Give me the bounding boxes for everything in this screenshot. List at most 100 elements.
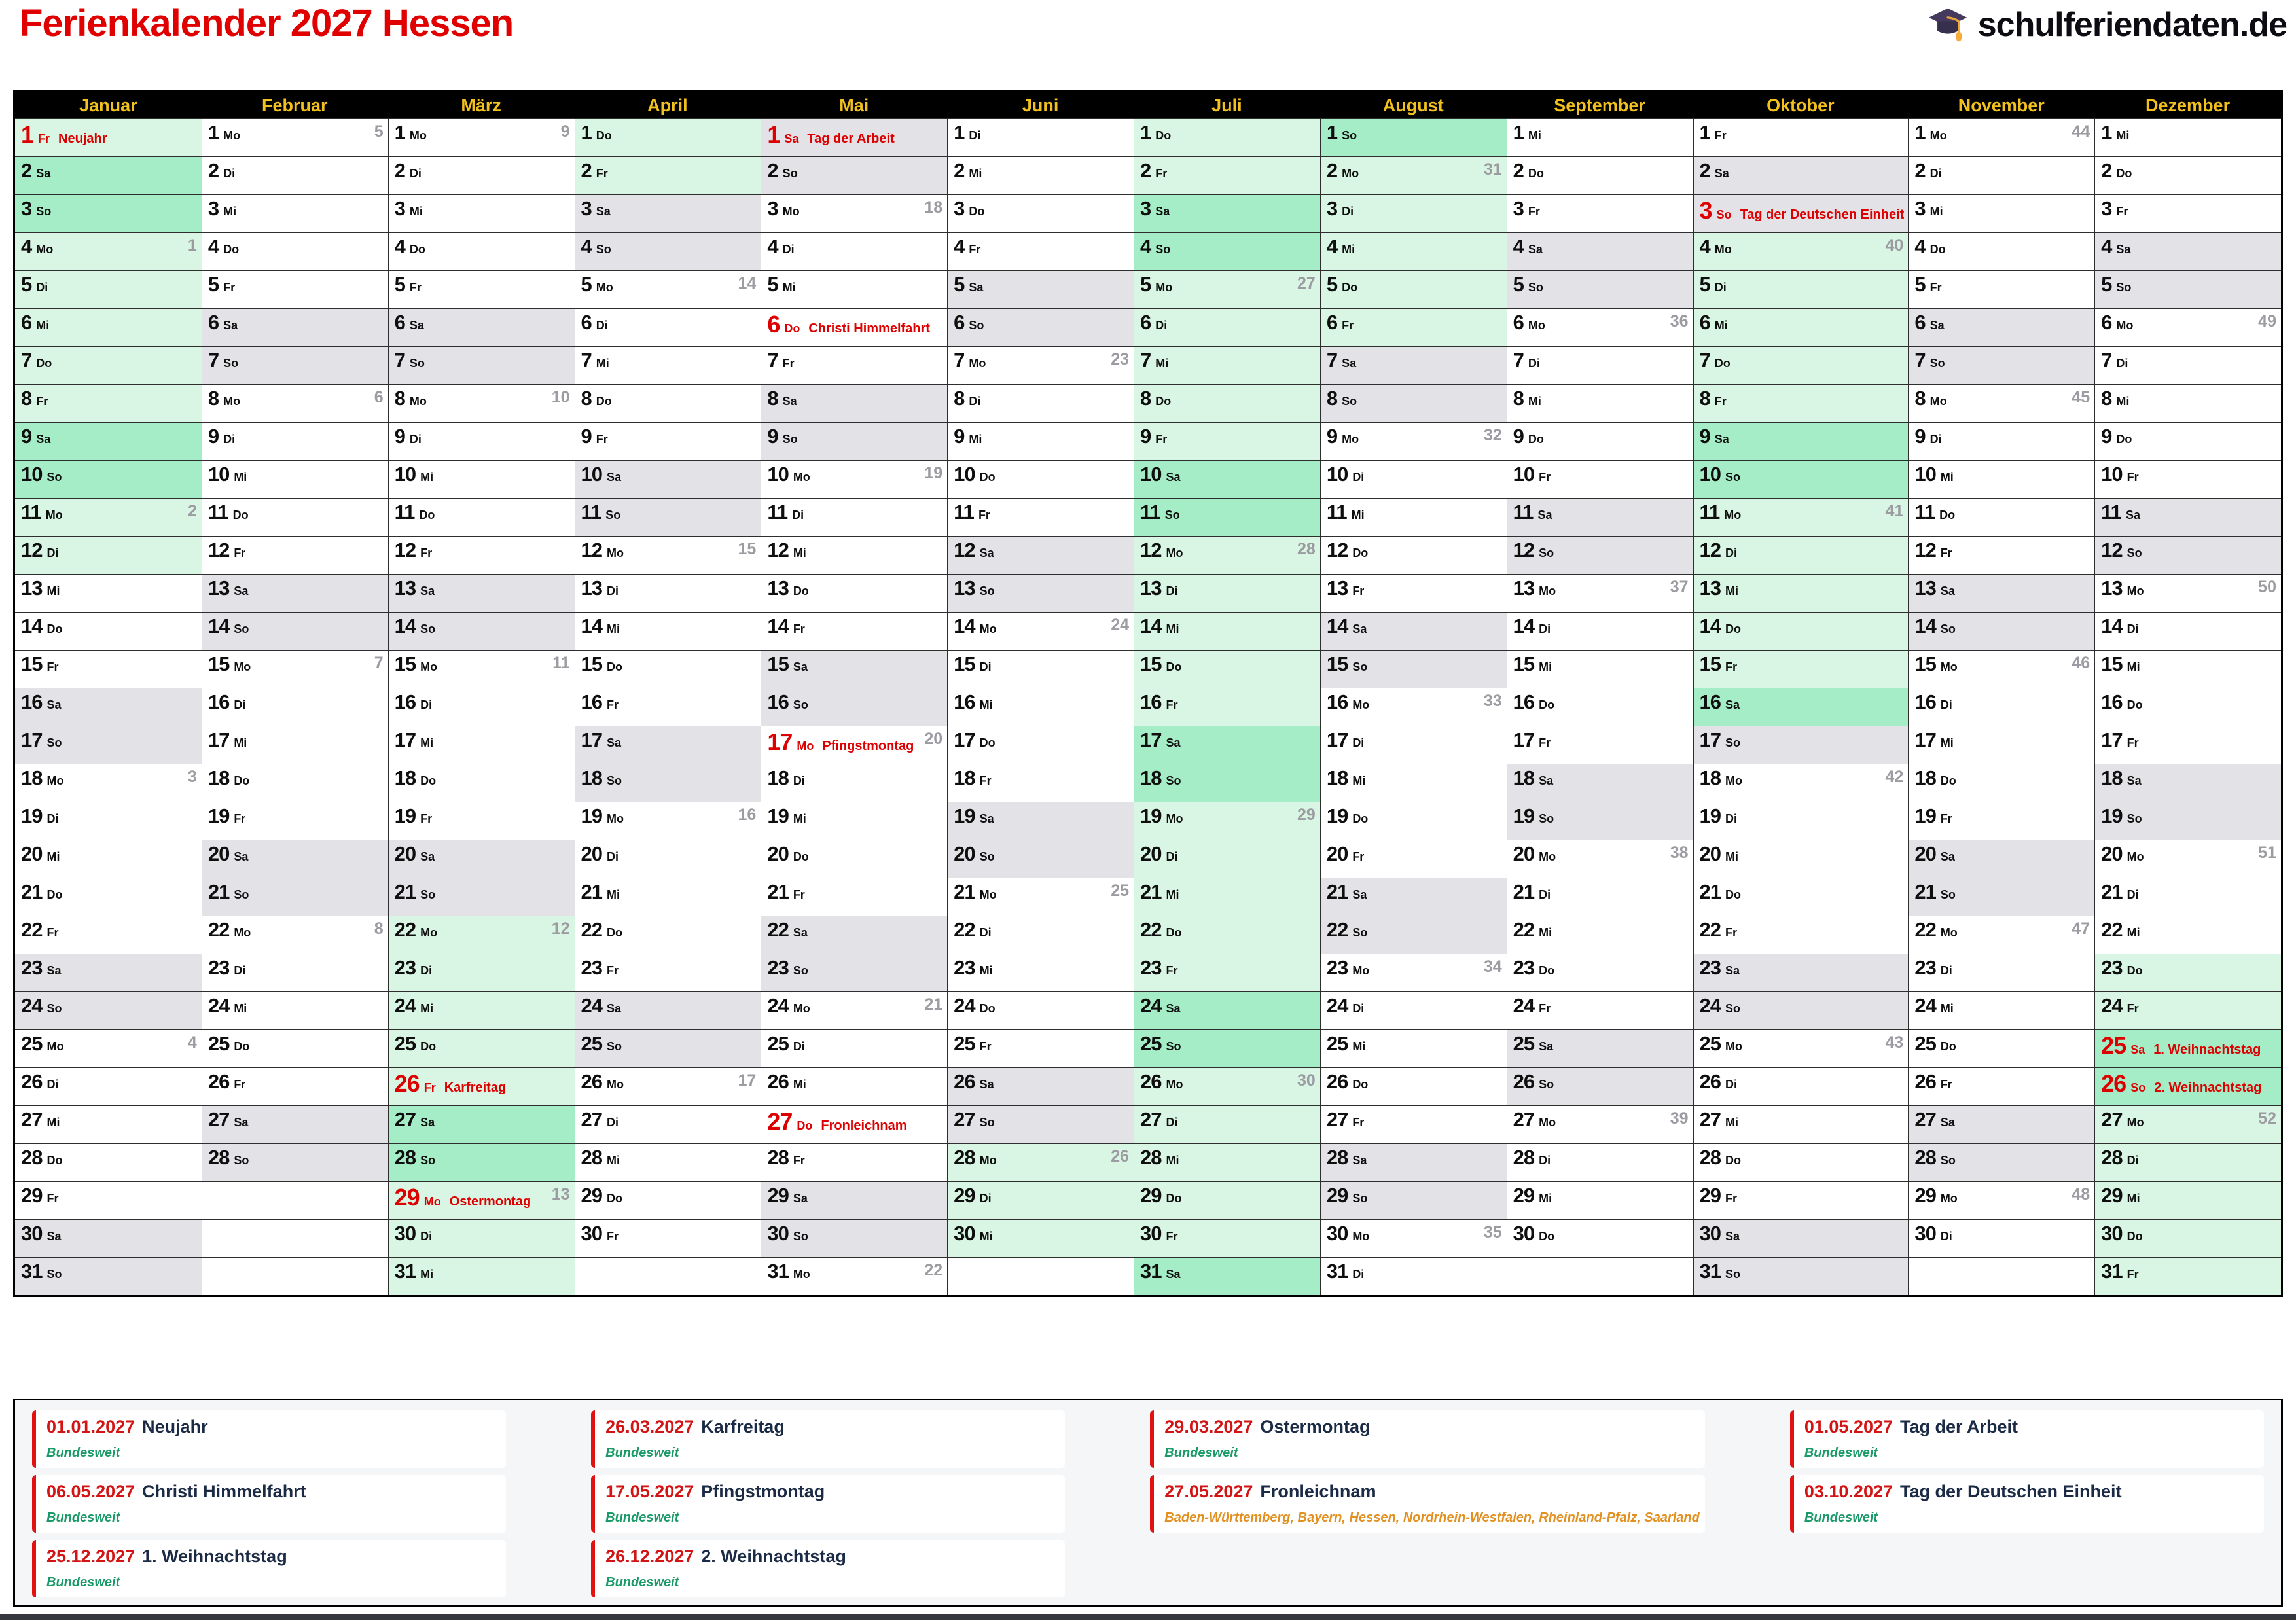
weekday-label: Sa xyxy=(1166,1268,1180,1281)
day-cell: 28Fr xyxy=(761,1143,947,1181)
weekday-label: Mo xyxy=(2127,1116,2144,1129)
day-number: 12 xyxy=(1327,539,1348,562)
day-cell: 8Fr xyxy=(1693,384,1909,422)
day-number: 7 xyxy=(1914,349,1925,372)
weekday-label: Do xyxy=(980,471,996,484)
weekday-label: Do xyxy=(2127,964,2143,977)
day-number: 4 xyxy=(395,235,405,258)
weekday-label: Mi xyxy=(1725,1116,1738,1129)
day-number: 11 xyxy=(21,501,41,524)
weekday-label: Fr xyxy=(410,281,422,294)
day-number: 29 xyxy=(954,1184,975,1207)
day-cell: 4So xyxy=(575,232,761,270)
day-cell: 30Di xyxy=(1908,1219,2094,1257)
day-number: 26 xyxy=(395,1070,420,1097)
day-cell: 23Fr xyxy=(1134,954,1320,991)
day-number: 10 xyxy=(395,463,416,486)
weekday-label: Fr xyxy=(234,812,245,825)
weekday-label: Di xyxy=(1155,319,1167,332)
weekday-label: Do xyxy=(46,888,62,901)
day-number: 2 xyxy=(2101,159,2111,182)
day-cell: 23Mi xyxy=(947,954,1134,991)
weekday-label: Mi xyxy=(607,1154,620,1167)
day-number: 24 xyxy=(21,994,42,1017)
month-header: April xyxy=(575,92,761,118)
day-number: 18 xyxy=(1327,766,1348,789)
day-cell: 7Di xyxy=(1507,346,1693,384)
holiday-card: 01.01.2027NeujahrBundesweit xyxy=(32,1410,506,1468)
day-number: 15 xyxy=(21,652,42,675)
day-cell: 19So xyxy=(1507,802,1693,840)
day-number: 10 xyxy=(1327,463,1348,486)
day-number: 26 xyxy=(581,1070,602,1093)
weekday-label: Di xyxy=(1539,622,1551,635)
day-cell: 6Sa xyxy=(202,308,388,346)
weekday-label: So xyxy=(2116,281,2131,294)
day-cell: 8Mi xyxy=(1507,384,1693,422)
day-number: 25 xyxy=(954,1032,975,1055)
day-cell: 10Do xyxy=(947,460,1134,498)
day-cell: 28Di xyxy=(1507,1143,1693,1181)
month-column-juni: Juni1Di2Mi3Do4Fr5Sa6So7Mo238Di9Mi10Do11F… xyxy=(947,92,1134,1295)
day-cell: 19Fr xyxy=(388,802,575,840)
weekday-label: Mo xyxy=(1352,1230,1369,1243)
weekday-label: So xyxy=(1342,395,1357,408)
weekday-label: Do xyxy=(1155,395,1171,408)
weekday-label: Mi xyxy=(46,584,60,597)
brand-link[interactable]: schulferiendaten.de xyxy=(1928,5,2287,45)
day-cell: 11So xyxy=(575,498,761,536)
day-cell: 11Fr xyxy=(947,498,1134,536)
holiday-card: 03.10.2027Tag der Deutschen EinheitBunde… xyxy=(1790,1475,2264,1533)
day-cell: 9Fr xyxy=(1134,422,1320,460)
day-cell: 10Mo19 xyxy=(761,460,947,498)
day-cell: 17Mi xyxy=(1908,726,2094,764)
holiday-card-title: 27.05.2027Fronleichnam xyxy=(1164,1482,1700,1502)
weekday-label: Di xyxy=(234,698,245,711)
weekday-label: Fr xyxy=(234,546,245,560)
month-column-märz: März1Mo92Di3Mi4Do5Fr6Sa7So8Mo109Di10Mi11… xyxy=(388,92,575,1295)
month-header: Februar xyxy=(202,92,388,118)
day-cell: 25Do xyxy=(388,1029,575,1067)
day-number: 19 xyxy=(208,804,229,827)
day-number: 29 xyxy=(1700,1184,1721,1207)
weekday-label: Sa xyxy=(1352,622,1367,635)
weekday-label: Di xyxy=(46,546,58,560)
day-cell: 30Di xyxy=(388,1219,575,1257)
weekday-label: Mo xyxy=(410,129,427,142)
day-cell: 9Sa xyxy=(15,422,202,460)
weekday-label: Mi xyxy=(234,736,247,749)
day-cell: 24Sa xyxy=(1134,991,1320,1029)
day-cell: 10So xyxy=(15,460,202,498)
day-number: 4 xyxy=(1140,235,1151,258)
day-number: 20 xyxy=(208,842,229,865)
day-number: 14 xyxy=(1327,615,1348,637)
weekday-label: Di xyxy=(1528,357,1540,370)
holiday-card-title: 26.03.2027Karfreitag xyxy=(605,1417,1060,1437)
day-cell: 18So xyxy=(1134,764,1320,802)
day-number: 9 xyxy=(21,425,31,448)
day-number: 28 xyxy=(208,1146,229,1169)
day-number: 23 xyxy=(208,956,229,979)
day-cell: 7Do xyxy=(15,346,202,384)
weekday-label: Do xyxy=(1539,698,1554,711)
day-cell: 12Sa xyxy=(947,536,1134,574)
day-number: 3 xyxy=(208,197,219,220)
day-cell: 28Sa xyxy=(1320,1143,1507,1181)
day-number: 1 xyxy=(1513,121,1524,144)
week-number: 34 xyxy=(1484,957,1502,976)
day-number: 23 xyxy=(1513,956,1534,979)
day-number: 27 xyxy=(1327,1108,1348,1131)
day-number: 23 xyxy=(767,956,788,979)
weekday-label: Do xyxy=(234,774,249,787)
day-cell: 7Fr xyxy=(761,346,947,384)
day-cell: 11Do xyxy=(1908,498,2094,536)
week-number: 48 xyxy=(2072,1185,2090,1204)
day-number: 16 xyxy=(1914,690,1935,713)
day-cell: 15Mi xyxy=(1507,650,1693,688)
day-cell: 10Sa xyxy=(1134,460,1320,498)
day-cell: 13Sa xyxy=(202,574,388,612)
day-number: 28 xyxy=(1914,1146,1935,1169)
day-cell: 14So xyxy=(1908,612,2094,650)
day-number: 17 xyxy=(1914,728,1935,751)
weekday-label: So xyxy=(46,736,62,749)
